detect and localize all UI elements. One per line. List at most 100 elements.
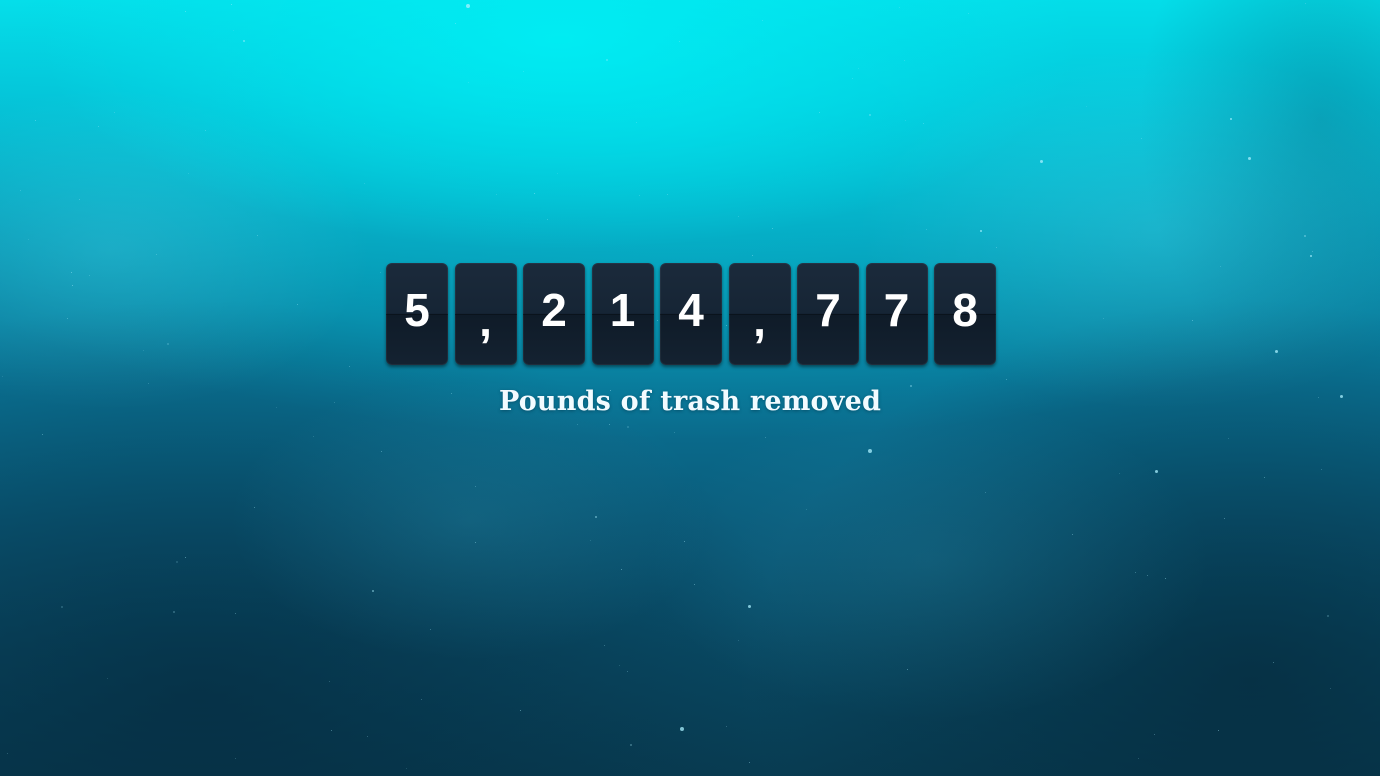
bubble-particle [667, 194, 668, 195]
bubble-particle [762, 20, 763, 21]
bubble-particle [899, 7, 900, 8]
bubble-particle [609, 424, 610, 425]
bubble-particle [79, 199, 80, 200]
bubble-particle [627, 671, 628, 672]
bubble-particle [630, 744, 632, 746]
bubble-particle [173, 611, 175, 613]
bubble-particle [475, 486, 476, 487]
bubble-particle [176, 561, 178, 563]
counter-caption: Pounds of trash removed [498, 386, 882, 417]
bubble-particle [1264, 477, 1265, 478]
bubble-particle [1220, 266, 1221, 267]
bubble-particle [694, 584, 695, 585]
bubble-particle [1165, 578, 1166, 579]
bubble-particle [349, 366, 350, 367]
bubble-particle [557, 173, 558, 174]
bubble-particle [107, 678, 108, 679]
bubble-particle [749, 762, 750, 763]
counter-digit: 7 [883, 284, 910, 336]
bubble-particle [233, 30, 234, 31]
counter-digit-card: 4 [660, 263, 722, 365]
bubble-particle [1327, 615, 1329, 617]
counter-digit: 1 [609, 284, 636, 336]
bubble-particle [819, 112, 820, 113]
bubble-particle [523, 71, 524, 72]
bubble-particle [1006, 379, 1007, 380]
bubble-particle [468, 82, 469, 83]
bubble-particle [257, 235, 258, 236]
bubble-particle [684, 541, 685, 542]
bubble-particle [738, 216, 739, 217]
bubble-particle [680, 727, 684, 731]
bubble-particle [738, 640, 739, 641]
bubble-particle [752, 255, 753, 256]
bubble-particle [639, 195, 640, 196]
bubble-particle [297, 304, 298, 305]
bubble-particle [1154, 734, 1155, 735]
bubble-particle [1072, 534, 1073, 535]
bubble-particle [231, 4, 232, 5]
bubble-particle [806, 509, 807, 510]
bubble-particle [547, 219, 548, 220]
counter-digit: 7 [815, 284, 841, 336]
bubble-particle [1135, 572, 1136, 573]
bubble-particle [621, 569, 622, 570]
bubble-particle [430, 629, 431, 630]
bubble-particle [590, 540, 591, 541]
bubble-particle [1040, 160, 1043, 163]
bubble-particle [1224, 518, 1225, 519]
bubble-particle [1275, 350, 1278, 353]
bubble-particle [20, 190, 21, 191]
bubble-particle [627, 426, 629, 428]
bubble-particle [331, 730, 332, 731]
bubble-particle [907, 669, 908, 670]
counter-digit: 4 [678, 284, 704, 336]
bubble-particle [364, 183, 365, 184]
bubble-particle [1330, 688, 1331, 689]
bubble-particle [923, 123, 924, 124]
bubble-particle [852, 78, 853, 79]
bubble-particle [1248, 157, 1251, 160]
bubble-particle [235, 758, 236, 759]
bubble-particle [577, 424, 578, 425]
bubble-particle [869, 114, 871, 116]
bubble-particle [1147, 575, 1148, 576]
bubble-particle [996, 247, 997, 248]
bubble-particle [1312, 251, 1313, 252]
bubble-particle [380, 272, 381, 273]
bubble-particle [520, 710, 521, 711]
bubble-particle [980, 230, 982, 232]
bubble-particle [475, 542, 476, 543]
bubble-particle [114, 112, 115, 113]
bubble-particle [167, 343, 169, 345]
bubble-particle [606, 59, 608, 61]
bubble-particle [765, 437, 766, 438]
bubble-particle [185, 557, 186, 558]
bubble-particle [1310, 255, 1312, 257]
bubble-particle [1119, 473, 1120, 474]
bubble-particle [868, 449, 872, 453]
bubble-particle [904, 60, 905, 61]
bubble-particle [98, 126, 99, 127]
counter-digit-card: 7 [797, 263, 859, 365]
bubble-particle [619, 665, 620, 666]
bubble-particle [35, 120, 36, 121]
bubble-particle [372, 590, 374, 592]
bubble-particle [329, 681, 330, 682]
bubble-particle [968, 13, 969, 14]
bubble-particle [71, 272, 72, 273]
counter-digit: 2 [541, 284, 567, 336]
bubble-particle [406, 768, 407, 769]
bubble-particle [534, 193, 535, 194]
bubble-particle [313, 436, 314, 437]
bubble-particle [985, 492, 986, 493]
bubble-particle [89, 275, 90, 276]
bubble-particle [926, 229, 927, 230]
bubble-particle [1228, 438, 1229, 439]
bubble-particle [148, 383, 149, 384]
bubble-particle [381, 451, 382, 452]
counter-digit-card: 7 [865, 263, 928, 365]
bubble-particle [1155, 470, 1158, 473]
bubble-particle [188, 173, 189, 174]
trash-counter: 5 , 2 1 4 , 7 7 8 [386, 263, 996, 365]
